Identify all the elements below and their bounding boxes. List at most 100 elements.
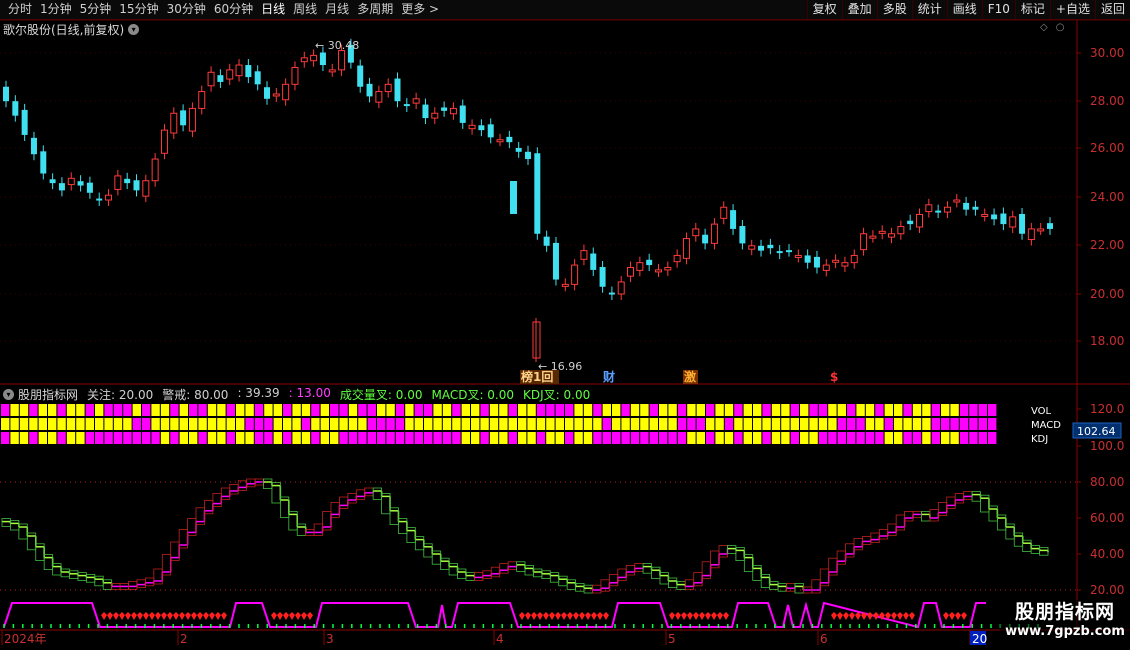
signal-cell (113, 432, 123, 444)
signal-diamond (301, 612, 307, 620)
candle-body (525, 151, 531, 160)
chevron-down-icon[interactable]: ▾ (3, 389, 14, 400)
signal-cell (696, 418, 705, 430)
signal-cell (865, 432, 875, 444)
oscillator-box (600, 579, 610, 592)
candle-body (702, 234, 709, 244)
signal-cell (160, 418, 170, 430)
indicator-tick-label: 120.0 (1090, 402, 1124, 416)
signal-cell (959, 418, 969, 430)
signal-cell (875, 404, 884, 416)
signal-cell (555, 404, 564, 416)
signal-cell (536, 404, 546, 416)
oscillator-box (60, 568, 70, 578)
signal-diamond (167, 612, 173, 620)
signal-cell (264, 404, 273, 416)
candle-body (897, 226, 905, 235)
signal-diamond (143, 612, 149, 620)
signal-cell (668, 418, 677, 430)
oscillator-box (339, 496, 349, 509)
signal-cell (724, 432, 734, 444)
signal-cell (828, 432, 837, 444)
oscillator-box (423, 543, 433, 558)
price-tick-label: 24.00 (1090, 190, 1124, 204)
signal-cell (762, 418, 771, 430)
candle-body (40, 151, 47, 174)
signal-cell (602, 404, 611, 416)
value-badge: 102.64 (1077, 425, 1116, 438)
candle-body (198, 91, 206, 109)
candle-body (748, 245, 756, 250)
oscillator-box (94, 575, 104, 587)
candle-body (599, 267, 606, 287)
signal-diamond (561, 612, 567, 620)
signal-cell (706, 432, 715, 444)
signal-diamond (125, 612, 131, 620)
signal-diamond (131, 612, 137, 620)
candle-body (963, 202, 970, 210)
signal-cell (142, 404, 151, 416)
candle-body (217, 75, 224, 82)
signal-cell (471, 432, 480, 444)
signal-cell (330, 404, 339, 416)
signal-cell (555, 418, 564, 430)
signal-diamond (597, 612, 603, 620)
candle-body (590, 253, 597, 270)
candle-body (12, 101, 19, 116)
oscillator-box (1013, 532, 1024, 547)
signal-cell (311, 418, 320, 430)
signal-cell (527, 418, 536, 430)
signal-cell (48, 404, 57, 416)
signal-cell (696, 432, 705, 444)
signal-cell (132, 404, 141, 416)
candle-body (245, 65, 252, 78)
signal-cell (809, 404, 818, 416)
candle-body (105, 194, 113, 201)
signal-cell (433, 432, 442, 444)
oscillator-box (490, 566, 501, 578)
signal-cell (461, 404, 470, 416)
candle-body (552, 242, 559, 280)
candle-body (664, 266, 672, 271)
candle-body (67, 177, 75, 186)
signal-cell (687, 404, 696, 416)
stock-chart[interactable]: 30.00 28.00 26.00 24.00 22.00 20.00 18.00 ← 30.… (0, 0, 1130, 650)
candle-body (1009, 216, 1017, 228)
oscillator-box (549, 572, 560, 583)
signal-diamond (961, 612, 967, 620)
oscillator-box (921, 510, 931, 522)
oscillator-box (845, 543, 855, 558)
signal-diamond (717, 612, 723, 620)
signal-cell (912, 404, 922, 416)
signal-cell (113, 404, 123, 416)
signal-cell (377, 404, 386, 416)
signal-diamond (307, 612, 313, 620)
candle-body (58, 183, 65, 191)
signal-cell (480, 418, 489, 430)
signal-cell (800, 418, 809, 430)
signal-diamond (693, 612, 699, 620)
signal-diamond (567, 612, 573, 620)
signal-cell (207, 404, 217, 416)
oscillator-box (659, 572, 669, 585)
candle-body (786, 250, 792, 253)
signal-cell (771, 432, 781, 444)
indicator-value: 警戒: 80.00 (162, 388, 229, 402)
candle-body (291, 66, 299, 85)
signal-cell (461, 432, 470, 444)
oscillator-box (575, 583, 585, 592)
signal-cell (941, 418, 950, 430)
signal-diamond (113, 612, 119, 620)
candle-body (468, 124, 476, 130)
oscillator-box (507, 561, 517, 570)
signal-cell (264, 432, 273, 444)
date-tick-label: 2024年 (4, 632, 47, 646)
candle-body (151, 158, 159, 182)
signal-cell (847, 432, 856, 444)
signal-cell (640, 404, 649, 416)
signal-cell (85, 404, 94, 416)
signal-diamond (543, 612, 549, 620)
candle-body (617, 281, 625, 295)
oscillator-box (541, 570, 551, 579)
oscillator-box (836, 550, 846, 565)
